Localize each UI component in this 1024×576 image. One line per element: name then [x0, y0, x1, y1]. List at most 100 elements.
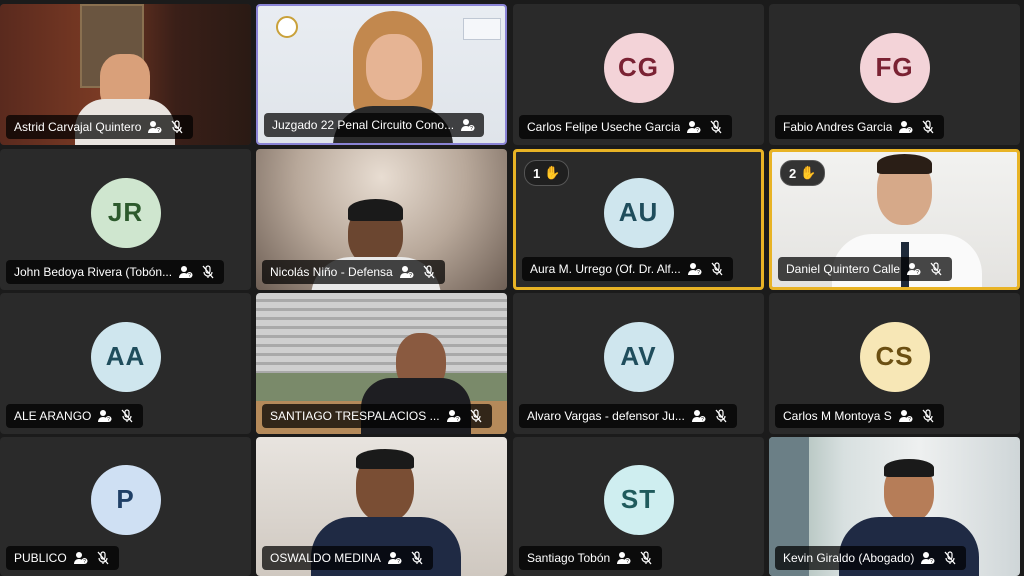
svg-text:?: ?: [931, 559, 934, 565]
avatar: AU: [603, 177, 674, 248]
participant-name-label: Aura M. Urrego (Of. Dr. Alf... ?: [522, 257, 733, 281]
unverified-user-icon: ?: [178, 264, 194, 280]
participant-name-label: SANTIAGO TRESPALACIOS ... ?: [262, 404, 492, 428]
participant-tile[interactable]: Kevin Giraldo (Abogado) ?: [769, 437, 1020, 576]
participant-name: Astrid Carvajal Quintero: [14, 120, 142, 134]
svg-text:?: ?: [908, 417, 911, 423]
unverified-user-icon: ?: [616, 550, 632, 566]
participant-tile[interactable]: CG Carlos Felipe Useche Garcia ?: [513, 4, 764, 145]
hand-order: 2: [789, 165, 797, 181]
participant-name-label: Astrid Carvajal Quintero ?: [6, 115, 194, 139]
participant-name-label: Fabio Andres Garcia ?: [775, 115, 945, 139]
unverified-user-icon: ?: [906, 261, 922, 277]
raised-hand-icon: ✋: [800, 165, 817, 180]
participant-tile[interactable]: 2 ✋ Daniel Quintero Calle ?: [769, 149, 1020, 290]
participant-name-label: Nicolás Niño - Defensa ?: [262, 260, 445, 284]
avatar: ST: [603, 464, 674, 535]
participant-name-label: OSWALDO MEDINA ?: [262, 546, 433, 570]
mic-off-icon: [421, 264, 437, 280]
unverified-user-icon: ?: [97, 408, 113, 424]
mic-off-icon: [713, 408, 729, 424]
participant-tile[interactable]: SANTIAGO TRESPALACIOS ... ?: [256, 293, 507, 434]
participant-name-label: Daniel Quintero Calle ?: [778, 257, 953, 281]
unverified-user-icon: ?: [73, 550, 89, 566]
participant-tile[interactable]: Juzgado 22 Penal Circuito Cono... ?: [256, 4, 507, 145]
participant-tile[interactable]: P PUBLICO ?: [0, 437, 251, 576]
raised-hand-badge: 1 ✋: [524, 160, 570, 186]
svg-text:?: ?: [697, 270, 700, 276]
unverified-user-icon: ?: [147, 119, 163, 135]
avatar: FG: [859, 32, 930, 103]
participant-name: Daniel Quintero Calle: [786, 262, 901, 276]
participant-name: Juzgado 22 Penal Circuito Cono...: [272, 118, 455, 132]
participant-tile[interactable]: JR John Bedoya Rivera (Tobón... ?: [0, 149, 251, 290]
participant-name: ALE ARANGO: [14, 409, 92, 423]
svg-text:?: ?: [697, 128, 700, 134]
svg-text:?: ?: [188, 273, 191, 279]
participant-name: PUBLICO: [14, 551, 67, 565]
participant-name-label: PUBLICO ?: [6, 546, 119, 570]
participant-name-label: ALE ARANGO ?: [6, 404, 144, 428]
participant-name: Carlos M Montoya S: [783, 409, 892, 423]
mic-off-icon: [169, 119, 185, 135]
avatar: CS: [859, 321, 930, 392]
avatar: AA: [90, 321, 161, 392]
svg-text:?: ?: [909, 128, 912, 134]
mic-off-icon: [708, 119, 724, 135]
mic-off-icon: [920, 119, 936, 135]
svg-text:?: ?: [701, 417, 704, 423]
svg-text:?: ?: [470, 126, 473, 132]
participant-name: Nicolás Niño - Defensa: [270, 265, 393, 279]
participant-name-label: John Bedoya Rivera (Tobón... ?: [6, 260, 225, 284]
participant-name: John Bedoya Rivera (Tobón...: [14, 265, 173, 279]
mic-off-icon: [942, 550, 958, 566]
unverified-user-icon: ?: [898, 119, 914, 135]
participant-name: Carlos Felipe Useche Garcia: [527, 120, 681, 134]
avatar: CG: [603, 32, 674, 103]
mic-off-icon: [409, 550, 425, 566]
unverified-user-icon: ?: [920, 550, 936, 566]
participant-name: SANTIAGO TRESPALACIOS ...: [270, 409, 440, 423]
participant-name: Kevin Giraldo (Abogado): [783, 551, 915, 565]
mic-off-icon: [95, 550, 111, 566]
participant-tile[interactable]: OSWALDO MEDINA ?: [256, 437, 507, 576]
svg-text:?: ?: [158, 128, 161, 134]
participant-tile[interactable]: FG Fabio Andres Garcia ?: [769, 4, 1020, 145]
mic-off-icon: [638, 550, 654, 566]
participant-tile[interactable]: Nicolás Niño - Defensa ?: [256, 149, 507, 290]
mic-off-icon: [709, 261, 725, 277]
svg-text:?: ?: [916, 270, 919, 276]
avatar: JR: [90, 177, 161, 248]
svg-text:?: ?: [409, 273, 412, 279]
participant-tile[interactable]: AA ALE ARANGO ?: [0, 293, 251, 434]
unverified-user-icon: ?: [686, 119, 702, 135]
participant-name: Alvaro Vargas - defensor Ju...: [527, 409, 685, 423]
unverified-user-icon: ?: [399, 264, 415, 280]
participant-tile[interactable]: CS Carlos M Montoya S ?: [769, 293, 1020, 434]
participant-name: OSWALDO MEDINA: [270, 551, 381, 565]
mic-off-icon: [928, 261, 944, 277]
participant-name-label: Alvaro Vargas - defensor Ju... ?: [519, 404, 737, 428]
participant-tile[interactable]: AV Alvaro Vargas - defensor Ju... ?: [513, 293, 764, 434]
mic-off-icon: [468, 408, 484, 424]
svg-text:?: ?: [456, 417, 459, 423]
mic-off-icon: [119, 408, 135, 424]
unverified-user-icon: ?: [691, 408, 707, 424]
participant-name: Aura M. Urrego (Of. Dr. Alf...: [530, 262, 681, 276]
svg-text:?: ?: [107, 417, 110, 423]
participant-name-label: Carlos Felipe Useche Garcia ?: [519, 115, 733, 139]
participant-tile[interactable]: Astrid Carvajal Quintero ?: [0, 4, 251, 145]
participant-name: Fabio Andres Garcia: [783, 120, 893, 134]
participant-tile[interactable]: 1 ✋ AU Aura M. Urrego (Of. Dr. Alf... ?: [513, 149, 764, 290]
participant-tile[interactable]: ST Santiago Tobón ?: [513, 437, 764, 576]
participant-name: Santiago Tobón: [527, 551, 611, 565]
unverified-user-icon: ?: [446, 408, 462, 424]
mic-off-icon: [200, 264, 216, 280]
raised-hand-icon: ✋: [544, 165, 561, 180]
avatar: P: [90, 464, 161, 535]
raised-hand-badge: 2 ✋: [780, 160, 826, 186]
unverified-user-icon: ?: [460, 117, 476, 133]
participant-name-label: Carlos M Montoya S ?: [775, 404, 944, 428]
unverified-user-icon: ?: [387, 550, 403, 566]
svg-text:?: ?: [626, 559, 629, 565]
